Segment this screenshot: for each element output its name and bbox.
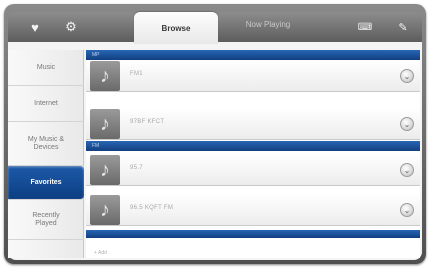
list-item[interactable]: ♪ FM1 ⌄ [86, 60, 420, 92]
sidebar-item-label: Recently Played [32, 211, 60, 227]
gear-icon[interactable]: ⚙ [58, 16, 84, 38]
wrench-icon[interactable]: ✎ [390, 16, 416, 38]
sidebar-item-label: My Music & Devices [27, 135, 65, 151]
heart-icon[interactable]: ♥ [22, 16, 48, 38]
sidebar-item-label: Music [36, 63, 56, 71]
sidebar-item-recently-played[interactable]: Recently Played [8, 200, 84, 240]
remove-button[interactable]: ⌄ [400, 203, 414, 217]
sidebar-item-label: Internet [34, 99, 58, 107]
remove-button[interactable]: ⌄ [400, 117, 414, 131]
section-header: FM [86, 141, 420, 151]
sidebar-item-internet[interactable]: Internet [8, 86, 84, 122]
list-item[interactable]: ♪ 95.7 ⌄ [86, 154, 420, 186]
tab-now-playing[interactable]: Now Playing [226, 10, 310, 38]
remove-button[interactable]: ⌄ [400, 163, 414, 177]
list-item[interactable]: ♪ 96.5 KQFT FM ⌄ [86, 194, 420, 226]
section-header: MP [86, 50, 420, 60]
favorites-list: MP ♪ FM1 ⌄ ♪ 97BF KFCT ⌄ FM ♪ 95.7 ⌄ ♪ 9… [86, 50, 420, 258]
music-note-icon: ♪ [90, 155, 120, 185]
music-note-icon: ♪ [90, 109, 120, 139]
sidebar-item-music[interactable]: Music [8, 50, 84, 86]
add-favorite-link[interactable]: + Add [94, 250, 107, 256]
list-item-label: 95.7 [130, 165, 143, 171]
list-item-label: 97BF KFCT [130, 119, 165, 125]
keyboard-icon[interactable]: ⌨ [352, 16, 378, 38]
sidebar: Music Internet My Music & Devices Favori… [8, 50, 84, 258]
sidebar-item-label: Favorites [30, 178, 62, 186]
music-note-icon: ♪ [90, 195, 120, 225]
tab-browse[interactable]: Browse [134, 12, 218, 44]
list-item[interactable]: ♪ 97BF KFCT ⌄ [86, 108, 420, 140]
section-divider [86, 230, 420, 238]
list-item-label: FM1 [130, 71, 143, 77]
sidebar-item-favorites[interactable]: Favorites [8, 166, 84, 200]
music-note-icon: ♪ [90, 61, 120, 91]
sidebar-item-my-music-devices[interactable]: My Music & Devices [8, 122, 84, 166]
remove-button[interactable]: ⌄ [400, 69, 414, 83]
list-item-label: 96.5 KQFT FM [130, 205, 174, 211]
